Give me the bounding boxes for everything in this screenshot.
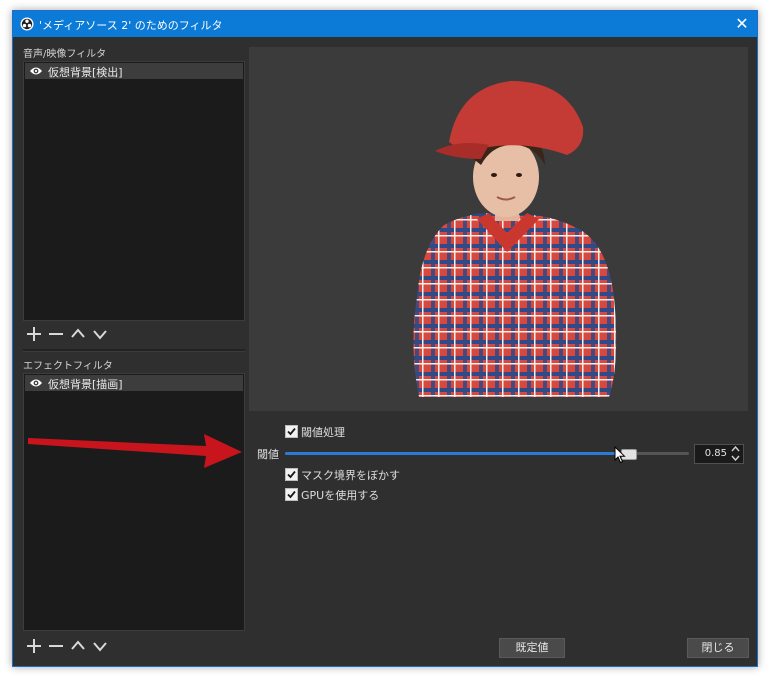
filter-item-label: 仮想背景[検出] <box>48 66 123 79</box>
threshold-spinbox[interactable]: 0.85 <box>694 444 744 464</box>
threshold-slider[interactable] <box>285 449 689 460</box>
close-button[interactable]: 閉じる <box>687 638 749 658</box>
blur-mask-edges-checkbox[interactable] <box>285 468 298 481</box>
close-window-button[interactable]: ✕ <box>731 13 753 35</box>
preview-canvas <box>249 47 748 411</box>
panel-separator[interactable] <box>23 349 245 352</box>
use-gpu-checkbox[interactable] <box>285 488 298 501</box>
window-title: 'メディアソース 2' のためのフィルタ <box>39 19 223 32</box>
filter-item-label: 仮想背景[描画] <box>48 378 123 391</box>
eye-icon[interactable] <box>29 377 43 389</box>
use-gpu-label: GPUを使用する <box>301 489 380 502</box>
preview-image <box>413 81 617 397</box>
spin-up-icon[interactable] <box>729 445 742 453</box>
eye-icon[interactable] <box>29 65 43 77</box>
plus-icon <box>27 639 41 653</box>
minus-icon <box>49 333 63 335</box>
add-effect-button[interactable] <box>25 637 43 655</box>
effect-filter-list[interactable]: 仮想背景[描画] <box>23 373 245 631</box>
chevron-down-icon <box>93 330 107 340</box>
minus-icon <box>49 645 63 647</box>
move-filter-down-button[interactable] <box>91 325 109 343</box>
audio-video-filter-list[interactable]: 仮想背景[検出] <box>23 61 245 321</box>
plus-icon <box>27 327 41 341</box>
effect-filters-label: エフェクトフィルタ <box>23 361 113 372</box>
title-bar[interactable]: 'メディアソース 2' のためのフィルタ ✕ <box>13 11 757 37</box>
mouse-cursor-icon <box>614 446 626 464</box>
chevron-up-icon <box>71 640 85 650</box>
threshold-processing-checkbox[interactable] <box>285 425 298 438</box>
blur-mask-edges-label: マスク境界をぼかす <box>301 469 400 482</box>
threshold-label: 閾値 <box>257 448 279 461</box>
move-effect-down-button[interactable] <box>91 637 109 655</box>
filter-item-render[interactable]: 仮想背景[描画] <box>25 375 243 391</box>
checkmark-icon <box>287 470 296 479</box>
spin-down-icon[interactable] <box>729 454 742 462</box>
obs-logo-icon <box>20 17 34 31</box>
add-filter-button[interactable] <box>25 325 43 343</box>
checkmark-icon <box>287 490 296 499</box>
remove-effect-button[interactable] <box>47 637 65 655</box>
remove-filter-button[interactable] <box>47 325 65 343</box>
chevron-down-icon <box>93 642 107 652</box>
audio-video-filters-label: 音声/映像フィルタ <box>23 49 107 60</box>
checkmark-icon <box>287 427 296 436</box>
threshold-processing-label: 閾値処理 <box>301 426 345 439</box>
threshold-value: 0.85 <box>704 448 727 459</box>
filter-item-detect[interactable]: 仮想背景[検出] <box>25 63 243 79</box>
threshold-slider-fill <box>285 452 629 455</box>
filters-dialog: 'メディアソース 2' のためのフィルタ ✕ 音声/映像フィルタ 仮想背景[検出… <box>12 10 758 667</box>
move-effect-up-button[interactable] <box>69 637 87 655</box>
defaults-button[interactable]: 既定値 <box>499 638 565 658</box>
move-filter-up-button[interactable] <box>69 325 87 343</box>
chevron-up-icon <box>71 328 85 338</box>
